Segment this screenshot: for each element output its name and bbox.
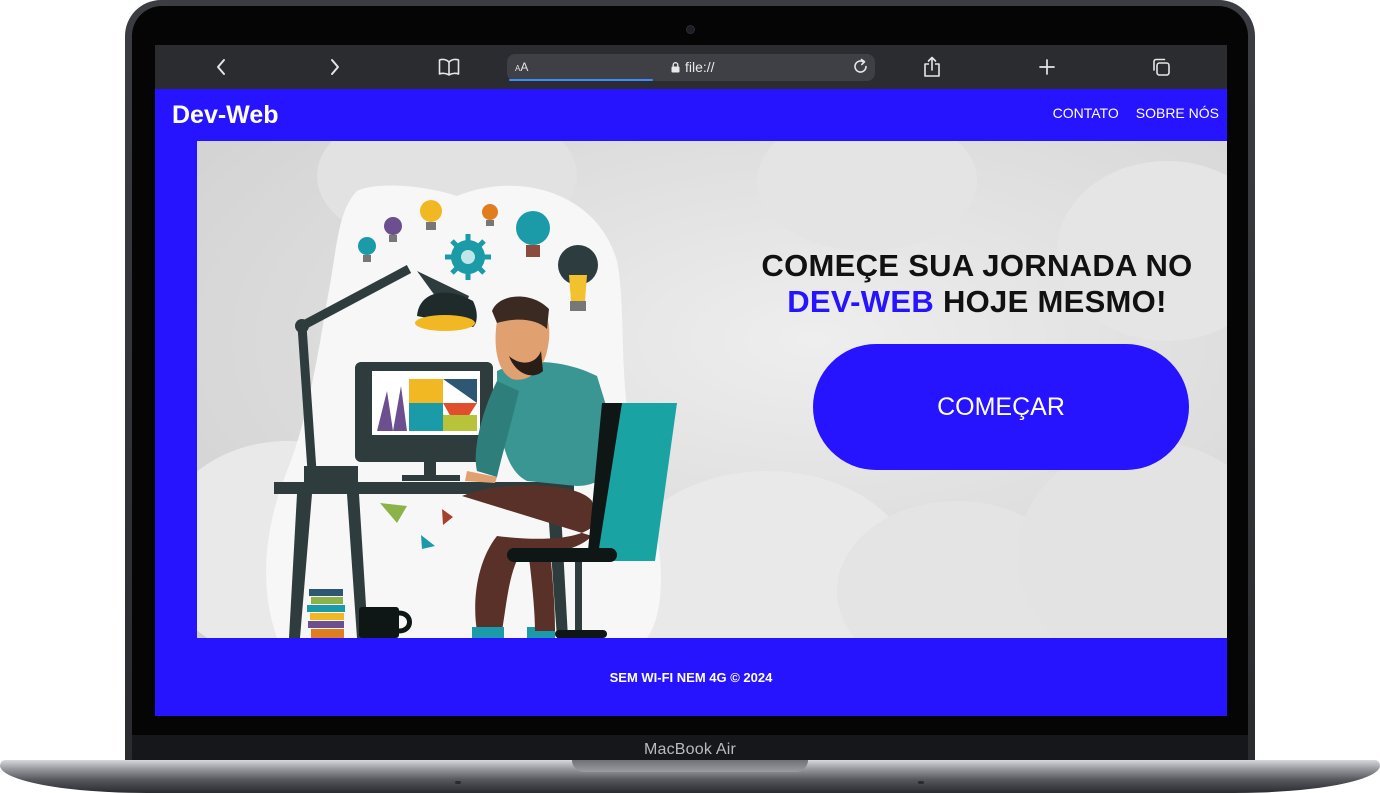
start-button[interactable]: COMEÇAR — [813, 344, 1189, 470]
url-text: file:// — [685, 59, 715, 75]
site-header: Dev-Web CONTATO SOBRE NÓS — [155, 89, 1227, 141]
site-logo[interactable]: Dev-Web — [172, 101, 279, 130]
nav-link-contato[interactable]: CONTATO — [1053, 105, 1119, 121]
footer-text: SEM WI-FI NEM 4G © 2024 — [609, 669, 773, 685]
plus-icon[interactable] — [1035, 55, 1059, 79]
headline-brand: DEV-WEB — [787, 283, 935, 319]
screen: AA file:// Dev-Web CONTATO SOBRE NÓS COM… — [155, 45, 1227, 716]
hero-section: COMEÇE SUA JORNADA NO DEV-WEB HOJE MESMO… — [197, 141, 1227, 638]
site-nav: CONTATO SOBRE NÓS — [1053, 105, 1219, 121]
book-icon[interactable] — [437, 55, 461, 79]
tabs-icon[interactable] — [1149, 55, 1173, 79]
page-load-progress — [509, 79, 653, 81]
browser-toolbar: AA file:// — [155, 45, 1227, 89]
headline-rest: HOJE MESMO! — [942, 283, 1167, 319]
lock-icon — [671, 61, 680, 72]
laptop-notch — [572, 760, 808, 772]
url-display: file:// — [671, 59, 715, 75]
text-size-button[interactable]: AA — [515, 60, 528, 74]
headline-line1: COMEÇE SUA JORNADA NO — [761, 247, 1193, 283]
reload-icon[interactable] — [852, 58, 869, 80]
chevron-left-icon[interactable] — [209, 55, 233, 79]
site-footer: SEM WI-FI NEM 4G © 2024 — [155, 638, 1227, 716]
laptop-foot — [918, 781, 924, 784]
nav-link-sobre-nos[interactable]: SOBRE NÓS — [1136, 105, 1219, 121]
hero-headline: COMEÇE SUA JORNADA NO DEV-WEB HOJE MESMO… — [742, 248, 1212, 320]
camera-icon — [687, 26, 694, 33]
address-bar[interactable]: AA file:// — [507, 54, 875, 81]
chevron-right-icon[interactable] — [323, 55, 347, 79]
developer-illustration — [266, 185, 677, 638]
laptop-foot — [455, 781, 461, 784]
share-icon[interactable] — [920, 55, 944, 79]
